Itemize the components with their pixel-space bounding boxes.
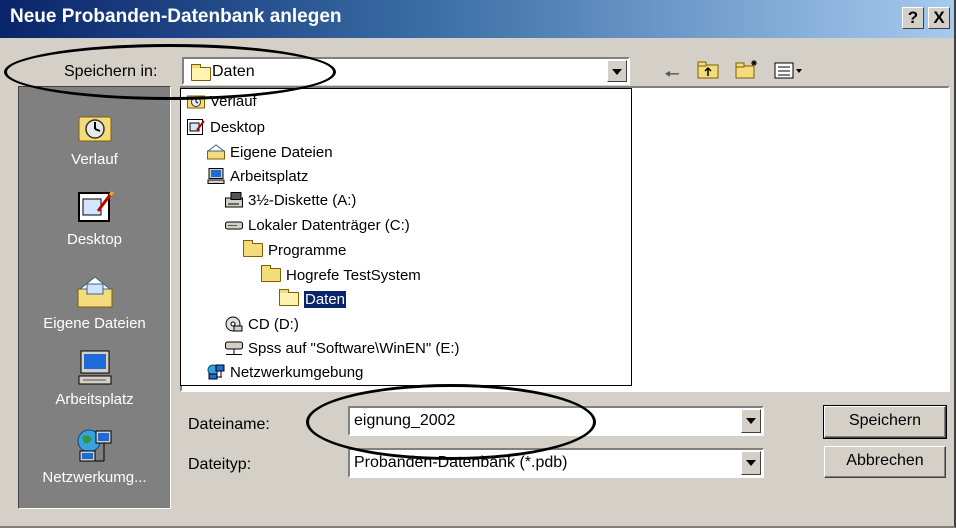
- list-item[interactable]: Netzwerkumgebung: [207, 361, 363, 383]
- cd-drive-icon: [225, 316, 243, 332]
- floppy-icon: [225, 192, 243, 208]
- cancel-button[interactable]: Abbrechen: [824, 446, 946, 478]
- places-item-desktop[interactable]: Desktop: [19, 189, 170, 248]
- filename-dropdown-arrow[interactable]: [741, 409, 761, 433]
- history-icon: [187, 95, 205, 109]
- help-button[interactable]: ?: [902, 7, 924, 29]
- save-button[interactable]: Speichern: [823, 405, 947, 439]
- places-label: Verlauf: [71, 151, 118, 168]
- places-label: Netzwerkumg...: [42, 469, 147, 486]
- list-item[interactable]: Verlauf: [187, 90, 257, 112]
- my-documents-icon: [76, 273, 114, 311]
- close-button[interactable]: X: [928, 7, 950, 29]
- title-bar[interactable]: Neue Probanden-Datenbank anlegen ? X: [0, 0, 954, 38]
- folder-open-icon: [279, 289, 299, 306]
- list-item[interactable]: Hogrefe TestSystem: [261, 264, 421, 286]
- desktop-icon: [76, 189, 114, 227]
- list-item[interactable]: Desktop: [187, 116, 265, 138]
- places-label: Arbeitsplatz: [55, 391, 134, 408]
- folder-open-icon: [191, 64, 211, 81]
- filename-value: eignung_2002: [354, 412, 456, 429]
- network-drive-icon: [225, 341, 243, 355]
- network-icon: [207, 364, 225, 380]
- list-item[interactable]: Eigene Dateien: [207, 141, 333, 163]
- window-title: Neue Probanden-Datenbank anlegen: [10, 6, 342, 27]
- places-item-my-documents[interactable]: Eigene Dateien: [19, 273, 170, 332]
- filetype-select[interactable]: Probanden-Datenbank (*.pdb): [348, 448, 764, 478]
- list-item[interactable]: Arbeitsplatz: [207, 165, 308, 187]
- folder-icon: [243, 240, 263, 257]
- filetype-label: Dateityp:: [188, 456, 252, 473]
- places-label: Desktop: [66, 231, 123, 248]
- new-folder-icon[interactable]: [734, 58, 760, 85]
- my-documents-icon: [207, 144, 225, 160]
- my-computer-icon: [207, 168, 225, 184]
- list-item[interactable]: 3½-Diskette (A:): [225, 189, 356, 211]
- filename-input[interactable]: eignung_2002: [348, 406, 764, 436]
- save-dialog: Neue Probanden-Datenbank anlegen ? X Spe…: [0, 0, 956, 528]
- places-label: Eigene Dateien: [43, 315, 146, 332]
- desktop-icon: [187, 119, 205, 135]
- list-item[interactable]: CD (D:): [225, 313, 299, 335]
- places-item-history[interactable]: Verlauf: [19, 109, 170, 168]
- view-menu-icon[interactable]: [774, 62, 804, 85]
- list-item-selected[interactable]: Daten: [279, 288, 348, 310]
- location-combobox[interactable]: Daten: [182, 57, 630, 85]
- list-item[interactable]: Lokaler Datenträger (C:): [225, 214, 410, 236]
- location-value: Daten: [212, 63, 255, 80]
- places-bar: Verlauf Desktop Eigene Dateien Arbeitspl…: [18, 86, 171, 509]
- list-item[interactable]: Programme: [243, 239, 346, 261]
- location-dropdown-arrow[interactable]: [607, 60, 627, 82]
- location-label: Speichern in:: [64, 63, 158, 80]
- filetype-value: Probanden-Datenbank (*.pdb): [354, 454, 568, 471]
- up-folder-icon[interactable]: [696, 60, 720, 85]
- network-icon: [76, 427, 114, 465]
- filetype-dropdown-arrow[interactable]: [741, 451, 761, 475]
- places-item-network[interactable]: Netzwerkumg...: [19, 427, 170, 486]
- places-item-my-computer[interactable]: Arbeitsplatz: [19, 349, 170, 408]
- location-dropdown-list[interactable]: Verlauf Desktop Eigene Dateien Arbeitspl…: [180, 88, 632, 386]
- folder-icon: [261, 265, 281, 282]
- my-computer-icon: [76, 349, 114, 387]
- hard-drive-icon: [225, 221, 243, 230]
- list-item[interactable]: Spss auf "Software\WinEN" (E:): [225, 337, 460, 359]
- history-icon: [76, 109, 114, 147]
- filename-label: Dateiname:: [188, 416, 270, 433]
